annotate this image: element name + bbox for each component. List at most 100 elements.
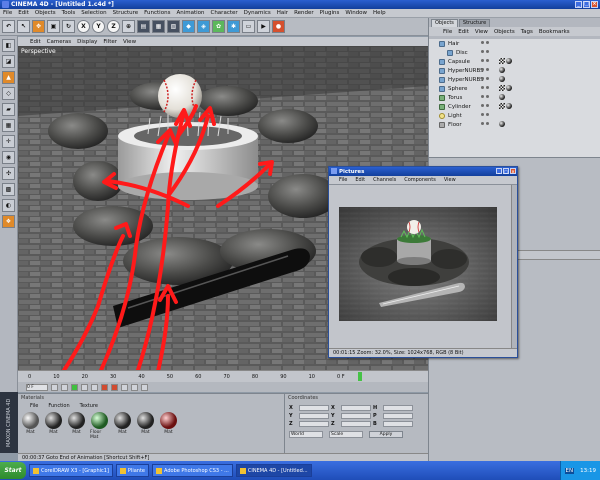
object-row[interactable]: Cylinder — [429, 102, 600, 111]
texture-mode-icon[interactable]: ▦ — [2, 119, 15, 132]
rotate-icon[interactable]: ↻ — [62, 20, 75, 33]
pictures-menu-channels[interactable]: Channels — [373, 177, 396, 183]
materials-menu-file[interactable]: File — [30, 403, 38, 409]
polygons-mode-icon[interactable]: ▰ — [2, 103, 15, 116]
coord-field[interactable] — [341, 421, 371, 427]
menu-item-animation[interactable]: Animation — [176, 10, 204, 16]
visibility-dots[interactable] — [481, 122, 489, 125]
viewport-menu-edit[interactable]: Edit — [30, 39, 41, 45]
pictures-menu-view[interactable]: View — [444, 177, 456, 183]
close-icon[interactable]: × — [591, 1, 598, 8]
coord-size-select[interactable]: Scale — [329, 431, 363, 438]
material-swatch[interactable]: Floor Mat — [90, 412, 109, 440]
checker-icon[interactable]: ▩ — [2, 183, 15, 196]
object-menu-edit[interactable]: Edit — [458, 29, 469, 35]
object-row[interactable]: HyperNURBS — [429, 66, 600, 75]
play-icon[interactable] — [71, 383, 78, 391]
material-swatch[interactable]: Mat — [44, 412, 63, 440]
menu-item-structure[interactable]: Structure — [113, 10, 139, 16]
coord-mode-select[interactable]: World — [289, 431, 323, 438]
visibility-dots[interactable] — [481, 86, 489, 89]
start-button[interactable]: Start — [0, 462, 26, 479]
object-menu-file[interactable]: File — [443, 29, 452, 35]
points-mode-icon[interactable]: ▲ — [2, 71, 15, 84]
taskbar-button[interactable]: CorelDRAW X3 - [Graphic1] — [29, 464, 113, 477]
close-icon[interactable]: × — [510, 168, 516, 174]
object-row[interactable]: HyperNURBS — [429, 75, 600, 84]
next-key-icon[interactable] — [81, 383, 88, 391]
maximize-icon[interactable]: □ — [503, 168, 509, 174]
taskbar-button[interactable]: Adobe Photoshop CS3 - ... — [152, 464, 233, 477]
menu-item-character[interactable]: Character — [210, 10, 237, 16]
render-settings-icon[interactable]: ▧ — [167, 20, 180, 33]
viewport-menu-display[interactable]: Display — [77, 39, 97, 45]
texture-tag-icon[interactable] — [499, 103, 505, 109]
tweak-mode-icon[interactable]: ◉ — [2, 151, 15, 164]
workplane-icon[interactable]: ❖ — [2, 215, 15, 228]
material-swatch[interactable]: Mat — [21, 412, 40, 440]
object-menu-objects[interactable]: Objects — [494, 29, 515, 35]
tab-structure[interactable]: Structure — [458, 19, 491, 27]
menu-item-plugins[interactable]: Plugins — [320, 10, 340, 16]
pictures-title-bar[interactable]: Pictures _ □ × — [329, 167, 517, 176]
scene-icon[interactable]: ▭ — [242, 20, 255, 33]
timeline-ruler[interactable]: 0 10 20 30 40 50 60 70 80 90 10 0 F — [18, 370, 428, 382]
render-icon[interactable]: ▦ — [152, 20, 165, 33]
menu-item-dynamics[interactable]: Dynamics — [244, 10, 271, 16]
undo-icon[interactable]: ↶ — [2, 20, 15, 33]
deformer-icon[interactable]: ✱ — [227, 20, 240, 33]
animation-icon[interactable]: ◐ — [2, 199, 15, 212]
menu-item-selection[interactable]: Selection — [81, 10, 106, 16]
object-row[interactable]: Light — [429, 111, 600, 120]
material-tag-icon[interactable] — [506, 58, 512, 64]
menu-item-objects[interactable]: Objects — [35, 10, 56, 16]
light-icon[interactable]: ● — [272, 20, 285, 33]
y-axis-icon[interactable]: Y — [92, 20, 105, 33]
object-row[interactable]: Sphere — [429, 84, 600, 93]
object-menu-bookmarks[interactable]: Bookmarks — [539, 29, 570, 35]
texture-tag-icon[interactable] — [499, 85, 505, 91]
visibility-dots[interactable] — [481, 113, 489, 116]
key-rot-icon[interactable] — [141, 383, 148, 391]
pointer-icon[interactable]: ↖ — [17, 20, 30, 33]
menu-item-file[interactable]: File — [3, 10, 12, 16]
material-tag-icon[interactable] — [506, 103, 512, 109]
object-mode-icon[interactable]: ◪ — [2, 55, 15, 68]
coord-field[interactable] — [383, 413, 413, 419]
axis-mode-icon[interactable]: ✛ — [2, 135, 15, 148]
object-row[interactable]: Torus — [429, 93, 600, 102]
viewport-menu-view[interactable]: View — [123, 39, 136, 45]
snap-icon[interactable]: ✣ — [2, 167, 15, 180]
material-swatch[interactable]: Mat — [113, 412, 132, 440]
tab-objects[interactable]: Objects — [431, 19, 458, 27]
menu-item-help[interactable]: Help — [373, 10, 386, 16]
key-scale-icon[interactable] — [131, 383, 138, 391]
record-icon[interactable] — [101, 383, 108, 391]
key-pos-icon[interactable] — [121, 383, 128, 391]
goto-end-icon[interactable] — [91, 383, 98, 391]
minimize-icon[interactable]: _ — [496, 168, 502, 174]
maximize-icon[interactable]: □ — [583, 1, 590, 8]
object-menu-tags[interactable]: Tags — [521, 29, 533, 35]
array-icon[interactable]: ✿ — [212, 20, 225, 33]
render-view-icon[interactable]: ▤ — [137, 20, 150, 33]
object-row[interactable]: Capsule — [429, 57, 600, 66]
pictures-scrollbar[interactable] — [511, 185, 517, 348]
coord-icon[interactable]: ⊕ — [122, 20, 135, 33]
goto-start-icon[interactable] — [51, 383, 58, 391]
scale-icon[interactable]: ▣ — [47, 20, 60, 33]
visibility-dots[interactable] — [481, 50, 489, 53]
object-row[interactable]: Disc — [429, 48, 600, 57]
camera-icon[interactable]: ▶ — [257, 20, 270, 33]
language-indicator[interactable]: EN — [564, 467, 575, 474]
z-axis-icon[interactable]: Z — [107, 20, 120, 33]
visibility-dots[interactable] — [481, 41, 489, 44]
visibility-dots[interactable] — [481, 68, 489, 71]
material-tag-icon[interactable] — [499, 121, 505, 127]
x-axis-icon[interactable]: X — [77, 20, 90, 33]
visibility-dots[interactable] — [481, 77, 489, 80]
material-swatch[interactable]: Mat — [159, 412, 178, 440]
material-tag-icon[interactable] — [499, 67, 505, 73]
pictures-window[interactable]: Pictures _ □ × File Edit Channels Component… — [328, 166, 518, 358]
edges-mode-icon[interactable]: ◇ — [2, 87, 15, 100]
